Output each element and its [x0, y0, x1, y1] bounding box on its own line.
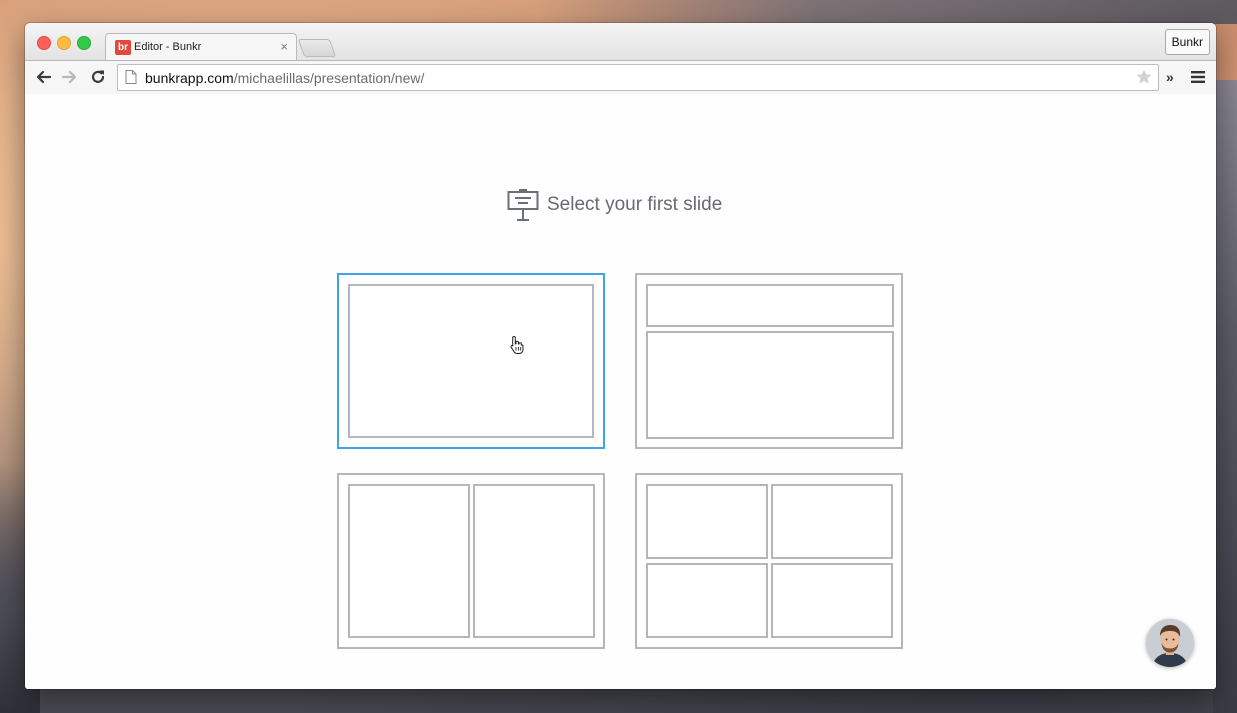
forward-arrow-icon	[62, 70, 77, 84]
browser-toolbar: bunkrapp.com/michaelillas/presentation/n…	[25, 60, 1216, 95]
url-text: bunkrapp.com/michaelillas/presentation/n…	[145, 70, 424, 86]
layout-option-four-grid[interactable]	[635, 473, 903, 649]
layout-pane	[348, 284, 594, 438]
layout-pane-bottom-left	[646, 563, 768, 638]
layout-pane-top-right	[771, 484, 893, 559]
page-heading: Select your first slide	[507, 188, 722, 222]
tab-editor[interactable]: br Editor - Bunkr ×	[105, 33, 297, 61]
heading-text: Select your first slide	[547, 194, 723, 215]
back-button[interactable]	[33, 67, 53, 87]
url-path: /michaelillas/presentation/new/	[233, 70, 425, 86]
reload-icon	[91, 70, 105, 83]
presentation-board-icon	[507, 189, 539, 221]
page-icon	[125, 70, 137, 84]
layout-option-title-and-content[interactable]	[635, 273, 903, 449]
zoom-window-button[interactable]	[77, 36, 91, 50]
layout-pane-right	[473, 484, 595, 638]
forward-button[interactable]	[60, 67, 80, 87]
minimize-window-button[interactable]	[57, 36, 71, 50]
profile-button[interactable]: Bunkr	[1164, 29, 1210, 55]
user-portrait-icon	[1146, 619, 1194, 667]
bunkr-favicon-icon: br	[115, 40, 131, 55]
layout-pane-content	[646, 331, 894, 439]
layout-pane-left	[348, 484, 470, 638]
hamburger-menu-icon[interactable]	[1191, 71, 1205, 83]
back-arrow-icon	[36, 70, 51, 84]
layout-option-blank[interactable]	[337, 273, 605, 449]
reload-button[interactable]	[88, 67, 108, 87]
star-icon[interactable]	[1135, 68, 1153, 86]
tab-close-icon[interactable]: ×	[280, 39, 288, 54]
url-host: bunkrapp.com	[145, 70, 234, 86]
user-avatar[interactable]	[1146, 619, 1194, 667]
layout-pane-top-left	[646, 484, 768, 559]
browser-window: br Editor - Bunkr × Bunkr bunkrapp.com/m…	[25, 23, 1216, 689]
layout-pane-bottom-right	[771, 563, 893, 638]
tab-title: Editor - Bunkr	[134, 41, 202, 53]
address-bar[interactable]: bunkrapp.com/michaelillas/presentation/n…	[117, 64, 1159, 91]
desktop-wallpaper-right	[1213, 80, 1237, 713]
tab-strip: br Editor - Bunkr × Bunkr	[25, 23, 1216, 61]
page-content: Select your first slide	[25, 94, 1216, 689]
layout-pane-title	[646, 284, 894, 327]
layout-option-two-columns[interactable]	[337, 473, 605, 649]
desktop-wallpaper-top	[537, 0, 1237, 24]
extensions-overflow-button[interactable]: »	[1166, 69, 1174, 85]
new-tab-button[interactable]	[297, 39, 337, 57]
hand-cursor-icon	[510, 335, 524, 354]
close-window-button[interactable]	[37, 36, 51, 50]
